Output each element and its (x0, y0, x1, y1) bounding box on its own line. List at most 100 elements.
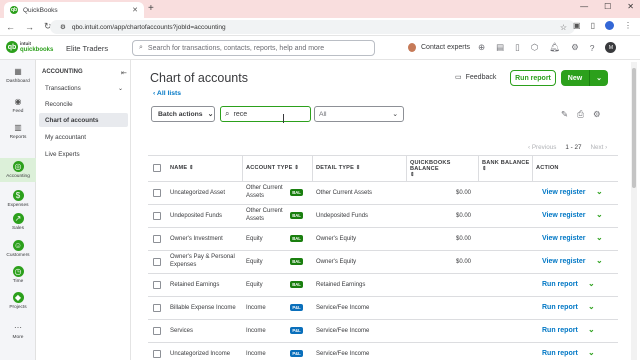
qb-balance: $0.00 (456, 213, 472, 219)
column-header-qb-balance[interactable]: QUICKBOOKS BALANCE ⇕ (410, 160, 478, 178)
notifications-bell-icon[interactable]: 🔔︎ (549, 42, 560, 53)
view-register-link[interactable]: View register (542, 235, 585, 242)
new-tab-icon[interactable]: + (148, 3, 154, 14)
view-register-link[interactable]: View register (542, 189, 585, 196)
account-type: Other Current Assets (246, 208, 283, 222)
settings-gear-icon[interactable]: ⚙ (571, 42, 579, 53)
more-icon: ⋯ (14, 323, 22, 332)
row-checkbox[interactable] (153, 281, 161, 289)
new-account-button[interactable]: New ⌄ (561, 70, 608, 86)
nav-item-my-accountant[interactable]: My accountant (39, 130, 128, 144)
minimize-icon[interactable]: — (580, 2, 588, 11)
row-checkbox[interactable] (153, 212, 161, 220)
account-name[interactable]: Retained Earnings (170, 281, 219, 289)
help-icon[interactable]: ? (590, 43, 595, 53)
contact-experts-button[interactable]: Contact experts (408, 43, 470, 52)
nav-item-chart-of-accounts[interactable]: Chart of accounts (39, 113, 128, 127)
chevron-down-icon[interactable]: ⌄ (596, 233, 603, 242)
name-filter-input[interactable]: ⌕ rece (220, 106, 311, 122)
back-icon[interactable]: ← (6, 22, 15, 32)
rail-item-time[interactable]: ◷ Time (0, 266, 36, 284)
nav-item-transactions[interactable]: Transactions ⌄ (39, 81, 128, 95)
batch-actions-dropdown[interactable]: Batch actions ⌄ (151, 106, 215, 122)
rail-item-more[interactable]: ⋯ More (0, 322, 36, 340)
side-panel-icon[interactable]: ▯ (591, 21, 595, 30)
account-name[interactable]: Uncategorized Asset (170, 189, 225, 197)
row-checkbox[interactable] (153, 189, 161, 197)
column-header-detail-type[interactable]: DETAIL TYPE ⇕ (316, 165, 361, 171)
row-checkbox[interactable] (153, 350, 161, 358)
column-header-account-type[interactable]: ACCOUNT TYPE ⇕ (246, 165, 299, 171)
chevron-down-icon[interactable]: ⌄ (590, 74, 608, 82)
bookmark-star-icon[interactable]: ☆ (560, 23, 567, 32)
row-checkbox[interactable] (153, 258, 161, 266)
row-checkbox[interactable] (153, 304, 161, 312)
account-name[interactable]: Owner's Investment (170, 235, 223, 243)
company-name[interactable]: Elite Traders (66, 44, 108, 53)
create-icon[interactable]: ⊕ (478, 42, 485, 53)
edit-pencil-icon[interactable]: ✎ (561, 109, 568, 120)
account-type-filter[interactable]: All ⌄ (314, 106, 404, 122)
account-name[interactable]: Owner's Pay & Personal Expenses (170, 253, 238, 269)
rail-item-sales[interactable]: ↗ Sales (0, 213, 36, 231)
nav-item-live-experts[interactable]: Live Experts (39, 147, 128, 161)
url-field[interactable]: ⚙ qbo.intuit.com/app/chartofaccounts?job… (50, 20, 575, 34)
chevron-down-icon[interactable]: ⌄ (596, 187, 603, 196)
close-tab-icon[interactable]: ✕ (132, 6, 138, 14)
rail-item-customers[interactable]: ☺ Customers (0, 240, 36, 258)
extensions-icon[interactable]: ▣ (573, 21, 581, 30)
site-info-icon[interactable]: ⚙ (60, 23, 66, 31)
account-name[interactable]: Billable Expense Income (170, 304, 236, 312)
rail-item-feed[interactable]: ◉ Feed (0, 96, 36, 114)
account-name[interactable]: Uncategorized Income (170, 350, 230, 358)
user-avatar[interactable]: M (605, 42, 617, 53)
run-report-link[interactable]: Run report (542, 350, 578, 357)
run-report-link[interactable]: Run report (542, 304, 578, 311)
chevron-down-icon[interactable]: ⌄ (588, 348, 595, 357)
select-all-checkbox[interactable] (153, 164, 161, 172)
scrollbar-thumb[interactable] (632, 68, 636, 188)
profile-icon[interactable] (605, 21, 614, 30)
run-report-link[interactable]: Run report (542, 281, 578, 288)
settings-gear-icon[interactable]: ⚙ (593, 109, 601, 120)
run-report-button[interactable]: Run report (510, 70, 556, 86)
row-checkbox[interactable] (153, 235, 161, 243)
view-register-link[interactable]: View register (542, 212, 585, 219)
rail-item-expenses[interactable]: $ Expenses (0, 190, 36, 208)
global-search-input[interactable]: ⌕ Search for transactions, contacts, rep… (132, 40, 375, 56)
run-report-link[interactable]: Run report (542, 327, 578, 334)
account-name[interactable]: Undeposited Funds (170, 212, 222, 220)
forward-icon[interactable]: → (25, 22, 34, 32)
chevron-down-icon[interactable]: ⌄ (588, 325, 595, 334)
row-checkbox[interactable] (153, 327, 161, 335)
view-register-link[interactable]: View register (542, 258, 585, 265)
rail-item-reports[interactable]: ▥ Reports (0, 122, 36, 140)
all-lists-link[interactable]: ‹ All lists (153, 90, 181, 97)
column-header-name[interactable]: NAME ⇕ (170, 165, 194, 171)
nav-item-reconcile[interactable]: Reconcile (39, 97, 128, 111)
window-close-icon[interactable]: ✕ (627, 2, 634, 11)
clipboard-icon[interactable]: ▤ (496, 42, 504, 53)
column-header-bank-balance[interactable]: BANK BALANCE ⇕ (482, 160, 532, 172)
rail-item-projects[interactable]: ◆ Projects (0, 292, 36, 310)
url-text: qbo.intuit.com/app/chartofaccounts?jobId… (71, 23, 226, 31)
chevron-down-icon[interactable]: ⌄ (588, 302, 595, 311)
rail-item-accounting[interactable]: ◎ Accounting (0, 158, 36, 182)
feedback-button[interactable]: ▭ Feedback (455, 73, 496, 82)
page-scrollbar[interactable] (631, 62, 637, 360)
quickbooks-logo[interactable]: qb intuit quickbooks (6, 41, 53, 53)
apps-icon[interactable]: ⬡ (531, 42, 538, 53)
next-page-button[interactable]: Next › (590, 144, 607, 151)
maximize-icon[interactable]: ☐ (604, 2, 611, 11)
browser-menu-icon[interactable]: ⋮ (624, 21, 632, 30)
browser-tab[interactable]: qb QuickBooks ✕ (4, 2, 144, 18)
account-name[interactable]: Services (170, 327, 193, 335)
print-icon[interactable]: ⎙ (577, 109, 584, 120)
collapse-panel-icon[interactable]: ⇤ (121, 69, 127, 77)
task-icon[interactable]: ▯ (515, 42, 520, 53)
chevron-down-icon[interactable]: ⌄ (596, 210, 603, 219)
rail-item-dashboard[interactable]: ▦ Dashboard (0, 66, 36, 84)
chevron-down-icon[interactable]: ⌄ (596, 256, 603, 265)
previous-page-button[interactable]: ‹ Previous (528, 144, 556, 151)
chevron-down-icon[interactable]: ⌄ (588, 279, 595, 288)
